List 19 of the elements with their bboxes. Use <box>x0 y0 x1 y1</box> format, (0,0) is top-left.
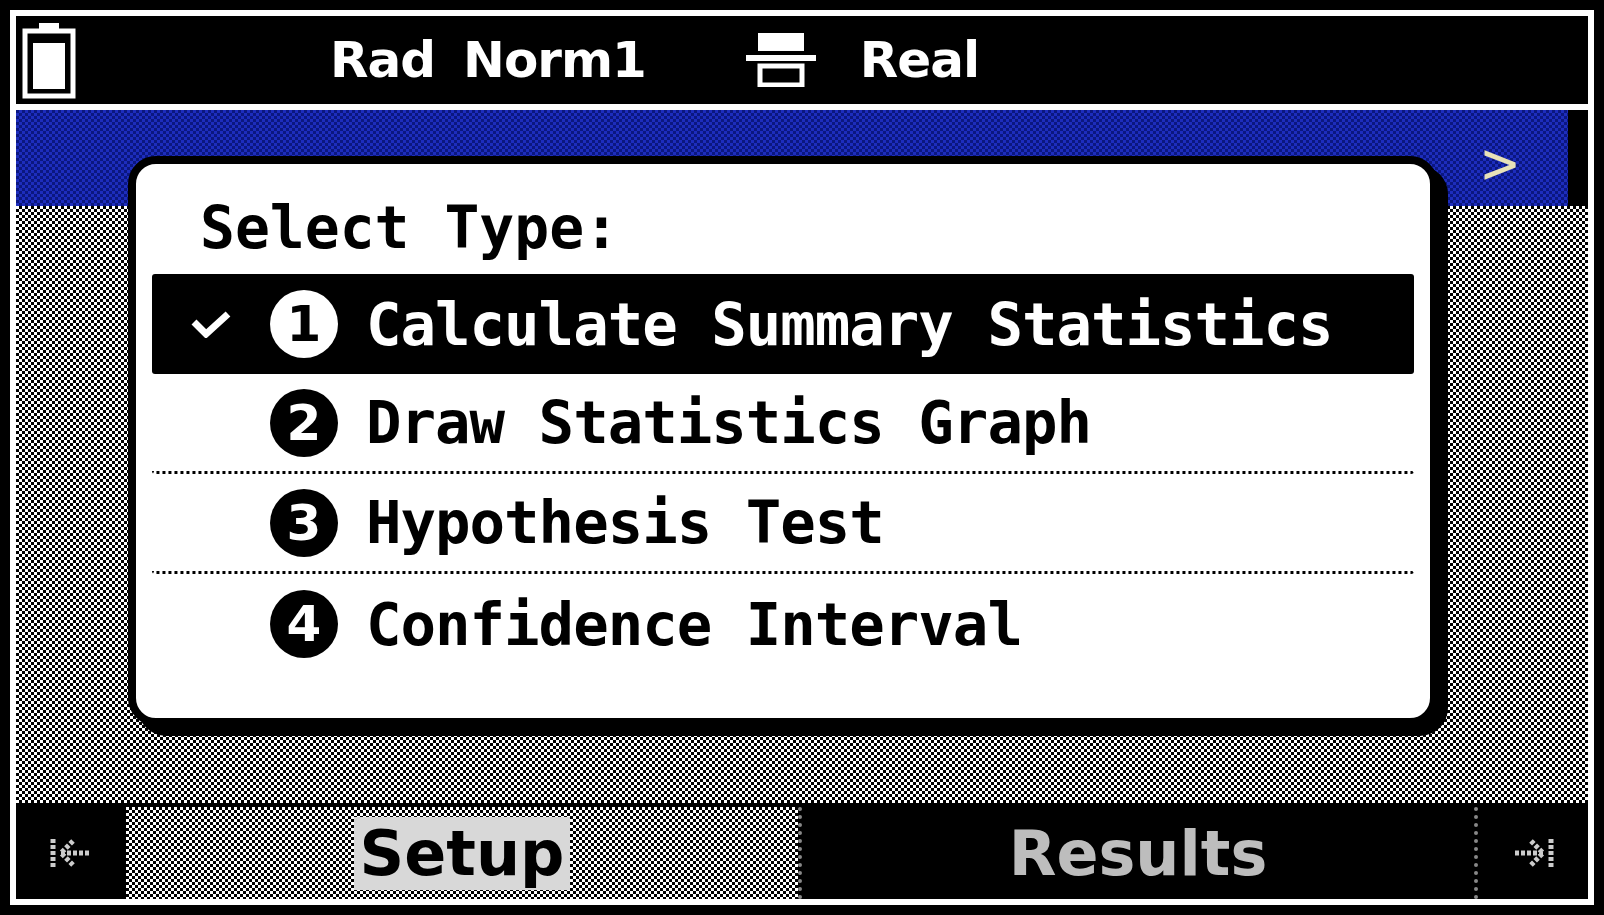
item-label: Calculate Summary Statistics <box>366 289 1333 359</box>
next-arrow[interactable]: > <box>1481 128 1518 198</box>
tab[interactable]: Setup <box>126 807 798 899</box>
dialog-title: Select Type: <box>199 193 621 264</box>
item-label: Draw Statistics Graph <box>366 388 1091 457</box>
angle-mode: Rad <box>330 31 436 89</box>
item-number: 4 <box>270 590 338 658</box>
tab[interactable]: Results <box>798 807 1478 899</box>
item-number: 2 <box>270 388 338 457</box>
battery-icon <box>22 21 76 99</box>
item-number: 3 <box>270 488 338 557</box>
item-number: 1 <box>270 290 338 358</box>
display-mode: Norm1 <box>463 31 646 89</box>
fraction-icon <box>745 33 816 87</box>
item-label: Hypothesis Test <box>366 488 884 557</box>
check-icon <box>191 310 231 338</box>
complex-mode: Real <box>859 31 980 89</box>
menu-item[interactable]: 1 Calculate Summary Statistics <box>152 274 1414 374</box>
item-label: Confidence Interval <box>366 589 1022 659</box>
